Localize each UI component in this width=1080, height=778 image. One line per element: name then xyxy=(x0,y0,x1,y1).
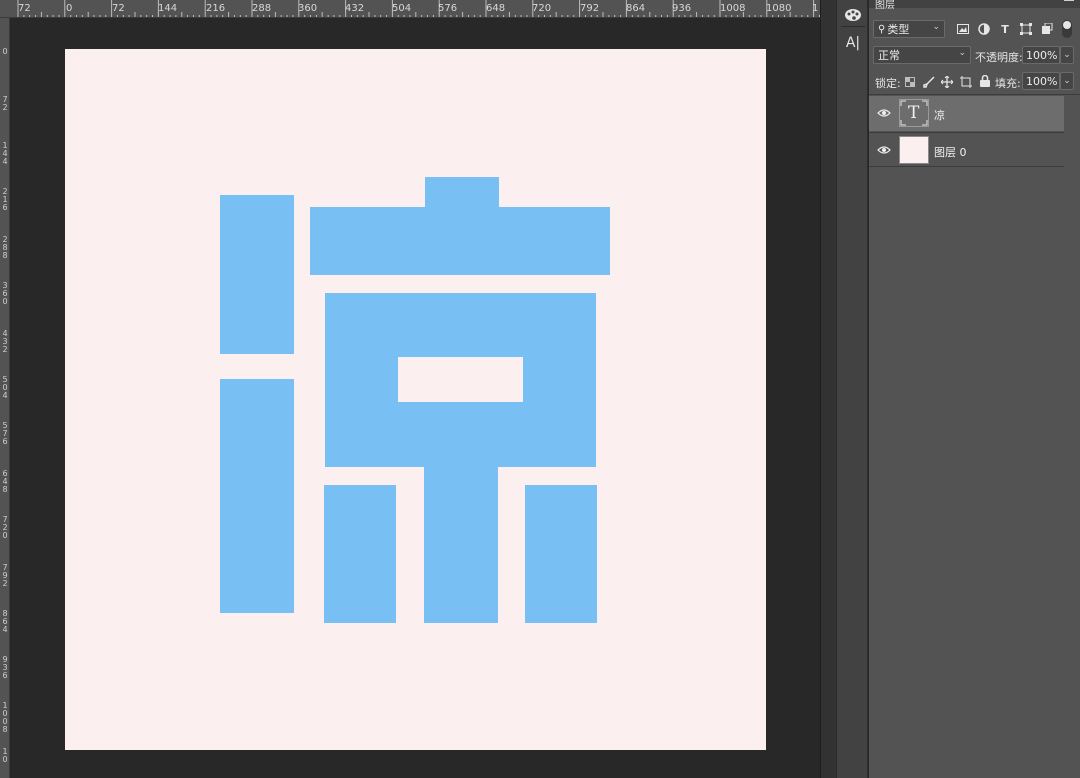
ruler-label: 0 xyxy=(66,3,73,14)
ruler-label: 2 8 8 xyxy=(2,235,8,260)
fill-dropdown[interactable]: ⌄ xyxy=(1060,72,1074,90)
ruler-label: 144 xyxy=(158,3,178,14)
layer-name[interactable]: 图层 0 xyxy=(934,144,967,160)
layers-scrollbar[interactable] xyxy=(1064,96,1080,778)
opacity-input[interactable]: 100% xyxy=(1022,46,1060,64)
ruler-label: 720 xyxy=(532,3,552,14)
lock-position-icon[interactable] xyxy=(940,75,954,89)
lock-transparent-pixels-icon[interactable] xyxy=(903,75,917,89)
blend-mode-select[interactable]: 正常 ⌄ xyxy=(873,46,971,64)
adjustment-filter-icon[interactable] xyxy=(977,22,991,36)
fill-label: 填充: xyxy=(995,77,1021,90)
eye-icon[interactable] xyxy=(877,144,891,156)
ruler-label: 5 0 4 xyxy=(2,375,8,400)
ruler-label: 0 xyxy=(2,47,8,56)
fill-input[interactable]: 100% xyxy=(1022,72,1060,90)
photoshop-window: 72 0 72 144 216 288 360 432 504 576 648 … xyxy=(0,0,1080,778)
ruler-label: 72 xyxy=(112,3,125,14)
ruler-label: 2 1 6 xyxy=(2,187,8,212)
ruler-label: 1080 xyxy=(766,3,792,14)
ruler-label: 288 xyxy=(252,3,272,14)
character-panel-icon[interactable]: A| xyxy=(837,28,869,58)
vertical-ruler[interactable]: 0 7 2 1 4 4 2 1 6 2 8 8 3 6 0 4 3 2 5 0 … xyxy=(0,18,10,778)
opacity-label: 不透明度: xyxy=(975,51,1023,64)
shape-filter-icon[interactable] xyxy=(1019,22,1033,36)
layer-row-pixel[interactable]: 图层 0 xyxy=(869,132,1064,167)
ruler-label: 1 4 4 xyxy=(2,141,8,166)
opacity-dropdown[interactable]: ⌄ xyxy=(1060,46,1074,64)
ruler-label: 8 6 4 xyxy=(2,609,8,634)
glyph-mouth-hole xyxy=(398,357,523,402)
text-layer-thumbnail: T xyxy=(899,99,929,127)
panel-tab-bar: 图层 xyxy=(869,0,1080,11)
ruler-label: 6 4 8 xyxy=(2,469,8,494)
ruler-label: 1008 xyxy=(720,3,746,14)
glyph-stroke-center-leg xyxy=(424,465,498,623)
glyph-stroke-right-leg xyxy=(525,485,597,623)
ruler-label: 1 0 0 8 xyxy=(2,701,8,734)
lock-label: 锁定: xyxy=(875,77,901,90)
ruler-label: 7 2 0 xyxy=(2,515,8,540)
ruler-label: 1 xyxy=(812,3,819,14)
type-layer-icon: T xyxy=(908,103,920,123)
tool-separator xyxy=(841,26,865,27)
layer-row-text[interactable]: T 凉 xyxy=(869,96,1064,131)
glyph-stroke-left-top xyxy=(220,195,294,354)
layer-name[interactable]: 凉 xyxy=(934,107,945,123)
smart-object-filter-icon[interactable] xyxy=(1040,22,1054,36)
glyph-stroke-dot xyxy=(425,177,499,209)
ruler-label: 3 6 0 xyxy=(2,281,8,306)
blend-mode-value: 正常 xyxy=(878,49,900,62)
search-icon: ⚲ xyxy=(878,23,886,35)
ruler-label: 216 xyxy=(206,3,226,14)
ruler-label: 864 xyxy=(626,3,646,14)
ruler-label: 432 xyxy=(345,3,365,14)
filter-toggle[interactable] xyxy=(1062,20,1072,38)
eye-icon[interactable] xyxy=(877,107,891,119)
ruler-label: 5 7 6 xyxy=(2,421,8,446)
ruler-label: 936 xyxy=(672,3,692,14)
ruler-label: 9 3 6 xyxy=(2,655,8,680)
glyph-stroke-left-bottom xyxy=(220,379,294,613)
panel-menu-icon[interactable] xyxy=(1064,0,1074,2)
filter-toggle-knob xyxy=(1063,21,1071,29)
horizontal-ruler[interactable]: 72 0 72 144 216 288 360 432 504 576 648 … xyxy=(0,0,820,18)
chevron-down-icon: ⌄ xyxy=(932,22,940,32)
ruler-label: 4 3 2 xyxy=(2,329,8,354)
pixel-layer-thumbnail xyxy=(899,136,929,164)
glyph-stroke-top-bar xyxy=(310,207,610,275)
canvas-scroll-strip[interactable] xyxy=(820,0,836,778)
ruler-label: 7 9 2 xyxy=(2,563,8,588)
ruler-label: 576 xyxy=(438,3,458,14)
lock-all-icon[interactable] xyxy=(978,74,992,88)
ruler-label: 7 2 xyxy=(2,95,8,112)
document-canvas[interactable] xyxy=(65,49,766,750)
glyph-stroke-left-leg xyxy=(324,485,396,623)
ruler-label: 1 0 xyxy=(2,747,8,764)
ruler-label: 792 xyxy=(580,3,600,14)
panel-divider xyxy=(869,94,1080,95)
layers-panel: 图层 ⚲ 类型 ⌄ T 正常 ⌄ 不透明度: 100% ⌄ 锁定: 填充: 10… xyxy=(869,0,1080,778)
lock-image-pixels-icon[interactable] xyxy=(922,75,936,89)
image-filter-icon[interactable] xyxy=(956,22,970,36)
ruler-label: 72 xyxy=(18,3,31,14)
tab-layers[interactable]: 图层 xyxy=(875,0,895,11)
type-filter-icon[interactable]: T xyxy=(998,22,1012,36)
lock-artboard-icon[interactable] xyxy=(959,75,973,89)
ruler-label: 504 xyxy=(392,3,412,14)
chevron-down-icon: ⌄ xyxy=(958,48,966,58)
ruler-label: 648 xyxy=(486,3,506,14)
ruler-label: 360 xyxy=(298,3,318,14)
filter-value: 类型 xyxy=(887,23,910,36)
collapsed-panel-column: A| xyxy=(836,0,868,778)
layer-filter-select[interactable]: ⚲ 类型 ⌄ xyxy=(873,20,945,38)
